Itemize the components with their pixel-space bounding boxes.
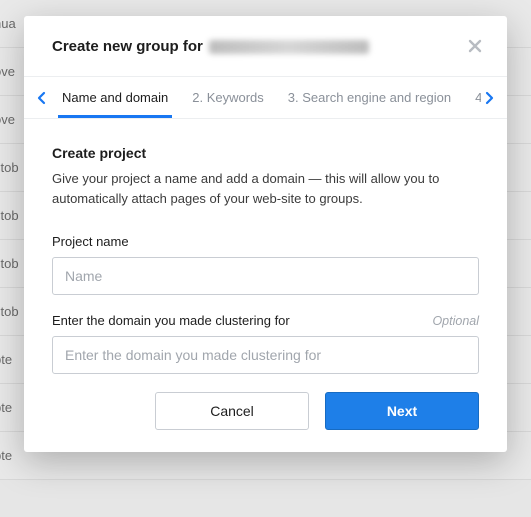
create-group-modal: Create new group for Name and domain 2. …: [24, 16, 507, 452]
domain-field: Enter the domain you made clustering for…: [52, 313, 479, 374]
tab-keywords[interactable]: 2. Keywords: [180, 77, 276, 118]
tab-label: Name and domain: [62, 90, 168, 105]
cancel-button[interactable]: Cancel: [155, 392, 309, 430]
section-title: Create project: [52, 145, 479, 161]
tab-step-4[interactable]: 4. L: [463, 77, 481, 118]
tab-label: 3. Search engine and region: [288, 90, 451, 105]
modal-actions: Cancel Next: [52, 392, 479, 430]
chevron-right-icon: [484, 91, 494, 105]
section-description: Give your project a name and add a domai…: [52, 169, 479, 208]
next-button[interactable]: Next: [325, 392, 479, 430]
optional-badge: Optional: [432, 314, 479, 328]
tab-search-engine-region[interactable]: 3. Search engine and region: [276, 77, 463, 118]
next-button-label: Next: [387, 403, 417, 419]
close-button[interactable]: [463, 34, 487, 58]
steps-tabs: Name and domain 2. Keywords 3. Search en…: [50, 77, 481, 118]
project-name-input[interactable]: [52, 257, 479, 295]
user-email-redacted: [209, 40, 369, 54]
wizard-steps: Name and domain 2. Keywords 3. Search en…: [24, 77, 507, 119]
tab-name-and-domain[interactable]: Name and domain: [50, 77, 180, 118]
steps-next-button[interactable]: [481, 91, 497, 105]
domain-label: Enter the domain you made clustering for: [52, 313, 290, 328]
close-icon: [467, 38, 483, 54]
cancel-button-label: Cancel: [210, 403, 254, 419]
modal-body: Create project Give your project a name …: [24, 119, 507, 452]
chevron-left-icon: [37, 91, 47, 105]
project-name-field: Project name: [52, 234, 479, 295]
tab-label: 2. Keywords: [192, 90, 264, 105]
modal-title: Create new group for: [52, 38, 369, 55]
tab-label: 4. L: [475, 90, 481, 105]
title-prefix: Create new group for: [52, 38, 203, 55]
domain-input[interactable]: [52, 336, 479, 374]
steps-prev-button[interactable]: [34, 91, 50, 105]
modal-header: Create new group for: [24, 16, 507, 77]
project-name-label: Project name: [52, 234, 129, 249]
